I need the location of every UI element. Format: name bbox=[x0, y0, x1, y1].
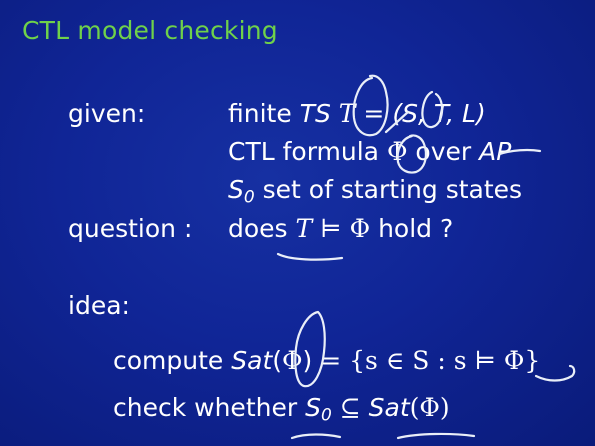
sat-symbol: Sat bbox=[231, 346, 273, 375]
sat-argument: (Φ) bbox=[409, 393, 450, 422]
hold-text: hold ? bbox=[378, 214, 454, 243]
underline-stroke-sat bbox=[396, 432, 476, 440]
hook-stroke-phi bbox=[534, 364, 576, 382]
models-symbol: ⊨ bbox=[320, 214, 342, 243]
s0-symbol: S0 bbox=[228, 175, 255, 208]
ap-symbol: AP bbox=[479, 137, 512, 166]
underline-stroke-s0 bbox=[290, 433, 342, 440]
ts-tuple: (S, T, L) bbox=[392, 99, 486, 128]
idea-line-compute: compute Sat(Φ) = {s ∈ S : s ⊨ Φ} bbox=[113, 348, 540, 373]
given-label: given: bbox=[68, 99, 146, 128]
ctl-formula-text: CTL formula bbox=[228, 137, 380, 166]
transition-system-symbol: T bbox=[338, 99, 356, 128]
sat-symbol-check: Sat bbox=[368, 393, 410, 422]
subset-symbol: ⊆ bbox=[339, 393, 361, 422]
phi-symbol-q: Φ bbox=[349, 214, 371, 243]
slide: CTL model checking given: question : ide… bbox=[0, 0, 595, 446]
underline-stroke-t bbox=[276, 252, 344, 261]
sat-set-definition: = {s ∈ S : s ⊨ Φ} bbox=[320, 346, 541, 375]
over-text: over bbox=[415, 137, 472, 166]
start-states-text: set of starting states bbox=[262, 175, 523, 204]
compute-text: compute bbox=[113, 346, 224, 375]
slide-title: CTL model checking bbox=[22, 16, 278, 45]
given-line-formula: CTL formula Φ over AP bbox=[228, 139, 511, 164]
sat-close-paren: ) bbox=[302, 346, 313, 375]
transition-system-symbol-q: T bbox=[295, 214, 313, 243]
phi-symbol: Φ bbox=[386, 137, 408, 166]
finite-text: finite bbox=[228, 99, 292, 128]
given-line-start-states: S0 set of starting states bbox=[228, 175, 523, 208]
ts-symbol: TS bbox=[299, 99, 331, 128]
idea-label: idea: bbox=[68, 291, 130, 320]
question-label: question : bbox=[68, 214, 193, 243]
given-line-ts: finite TS T = (S, T, L) bbox=[228, 101, 486, 126]
sat-open-paren: ( bbox=[272, 346, 283, 375]
question-line: does T ⊨ Φ hold ? bbox=[228, 216, 453, 241]
check-whether-text: check whether bbox=[113, 393, 298, 422]
equals-sign: = bbox=[363, 99, 385, 128]
does-text: does bbox=[228, 214, 288, 243]
phi-symbol-sat: Φ bbox=[282, 346, 303, 375]
s0-symbol-check: S0 bbox=[305, 393, 332, 426]
idea-line-check: check whether S0 ⊆ Sat(Φ) bbox=[113, 393, 450, 426]
